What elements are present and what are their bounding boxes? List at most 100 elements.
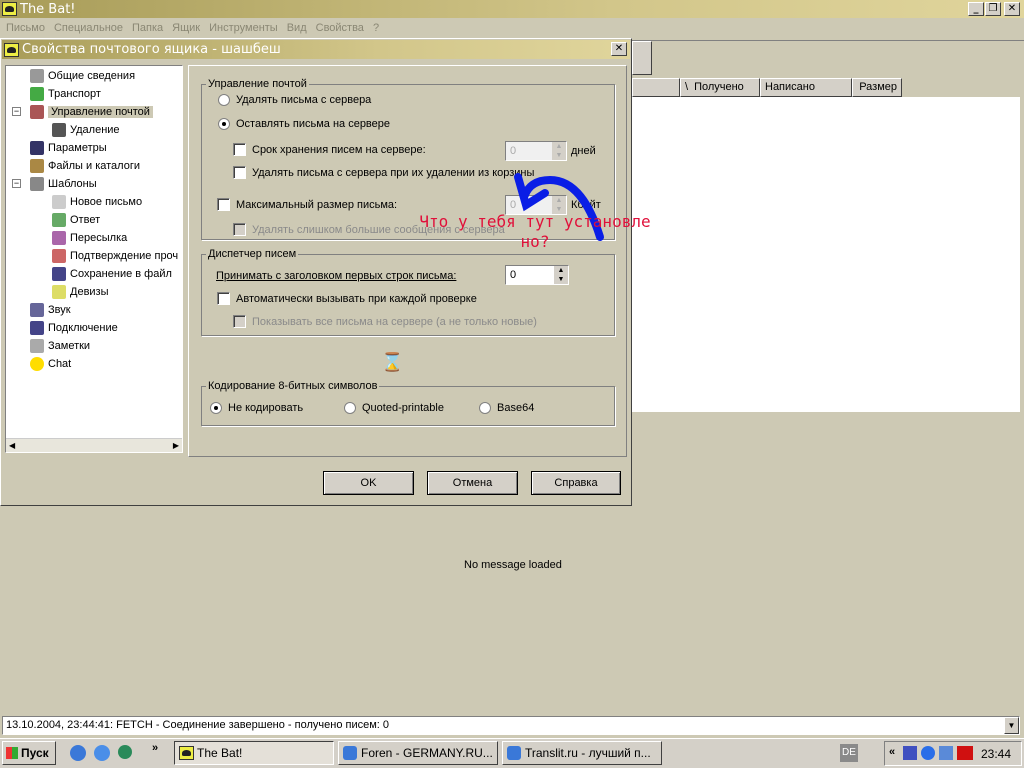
menu-item[interactable]: Письмо xyxy=(6,22,45,34)
minimize-button[interactable]: _ xyxy=(968,2,984,16)
quicklaunch-browser-icon[interactable] xyxy=(94,745,110,761)
cancel-button[interactable]: Отмена xyxy=(427,471,518,495)
tree-item-notes[interactable]: Заметки xyxy=(30,338,90,354)
status-dropdown-button[interactable]: ▼ xyxy=(1004,717,1019,734)
encoding-qp-radio[interactable]: Quoted-printable xyxy=(344,402,444,414)
column-blank xyxy=(632,78,680,97)
tree-item-trash[interactable]: Удаление xyxy=(52,122,120,138)
menu-item[interactable]: Папка xyxy=(132,22,163,34)
quicklaunch-ie-icon[interactable] xyxy=(70,745,86,761)
show-all-checkbox[interactable]: Показывать все письма на сервере (а не т… xyxy=(233,315,537,328)
tree-item-sound[interactable]: Звук xyxy=(30,302,71,318)
menu-item[interactable]: Инструменты xyxy=(209,22,278,34)
keep-days-input[interactable]: 0 ▲ ▼ xyxy=(505,141,567,161)
tree-item-label: Шаблоны xyxy=(48,178,97,190)
column-received[interactable]: \ Получено xyxy=(680,78,760,97)
quicklaunch-more-icon[interactable]: » xyxy=(152,742,158,754)
settings-tree[interactable]: Общие сведения Транспорт Управление почтой… xyxy=(5,65,183,453)
ok-button[interactable]: OK xyxy=(323,471,414,495)
encoding-none-radio[interactable]: Не кодировать xyxy=(210,402,303,414)
tree-item-tools[interactable]: Управление почтой xyxy=(30,104,153,120)
monitor-tray-icon[interactable] xyxy=(939,746,953,760)
the-bat-icon xyxy=(2,2,17,16)
tree-item-label: Транспорт xyxy=(48,88,101,100)
folders-icon xyxy=(30,159,44,174)
close-button[interactable]: ✕ xyxy=(1004,2,1020,16)
group-legend: Кодирование 8-битных символов xyxy=(208,380,378,392)
tree-item-label: Подтверждение проч xyxy=(70,250,179,262)
menu-item[interactable]: Специальное xyxy=(54,22,123,34)
tree-item-forward[interactable]: Пересылка xyxy=(52,230,127,246)
start-button[interactable]: Пуск xyxy=(2,741,56,765)
menu-item[interactable]: Вид xyxy=(287,22,307,34)
task-foren[interactable]: Foren - GERMANY.RU... xyxy=(338,741,498,765)
hourglass-icon: ⌛ xyxy=(381,352,404,372)
auto-call-checkbox[interactable]: Автоматически вызывать при каждой провер… xyxy=(217,292,477,305)
reply-icon xyxy=(52,213,66,228)
tree-item-template[interactable]: Шаблоны xyxy=(30,176,97,192)
leave-on-server-radio[interactable]: Оставлять письма на сервере xyxy=(218,118,390,130)
help-tray-icon[interactable] xyxy=(921,746,935,760)
windows-logo-icon xyxy=(6,747,18,759)
toolbar xyxy=(632,40,1024,76)
group-legend: Управление почтой xyxy=(208,78,307,90)
tree-item-document[interactable]: Новое письмо xyxy=(52,194,142,210)
the-bat-icon xyxy=(4,42,19,57)
tree-item-folders[interactable]: Файлы и каталоги xyxy=(30,158,140,174)
task-translit[interactable]: Translit.ru - лучший п... xyxy=(502,741,662,765)
tree-item-network[interactable]: Подключение xyxy=(30,320,118,336)
show-hidden-icons-button[interactable]: « xyxy=(889,746,895,758)
menu-item[interactable]: ? xyxy=(373,22,379,34)
notes-icon xyxy=(30,339,44,354)
trash-icon xyxy=(52,123,66,138)
ati-tray-icon[interactable] xyxy=(957,746,973,760)
tree-item-label: Заметки xyxy=(48,340,91,352)
menu-item[interactable]: Ящик xyxy=(172,22,200,34)
tree-item-label: Удаление xyxy=(70,124,120,136)
tree-item-reply[interactable]: Ответ xyxy=(52,212,100,228)
dialog-close-button[interactable]: ✕ xyxy=(611,42,627,56)
column-written[interactable]: Написано xyxy=(760,78,852,97)
delete-on-trash-checkbox[interactable]: Удалять письма с сервера при их удалении… xyxy=(233,166,534,179)
header-lines-input[interactable]: 0 ▲ ▼ xyxy=(505,265,569,285)
clock: 23:44 xyxy=(981,747,1012,761)
user-icon xyxy=(30,69,44,84)
tree-item-bulb[interactable]: Девизы xyxy=(52,284,109,300)
delete-from-server-radio[interactable]: Удалять письма с сервера xyxy=(218,94,371,106)
column-size[interactable]: Размер xyxy=(852,78,902,97)
main-title: The Bat! xyxy=(20,1,76,17)
trash-toolbar-button[interactable] xyxy=(632,41,652,75)
message-list[interactable] xyxy=(632,97,1020,412)
tree-item-label: Управление почтой xyxy=(48,106,153,118)
menu-item[interactable]: Свойства xyxy=(316,22,364,34)
encoding-base64-radio[interactable]: Base64 xyxy=(479,402,534,414)
keep-days-checkbox[interactable]: Срок хранения писем на сервере: xyxy=(233,143,426,156)
tree-item-label: Chat xyxy=(48,358,72,370)
quicklaunch-globe-icon[interactable] xyxy=(118,745,132,759)
tree-collapse-toggle[interactable]: − xyxy=(12,107,21,116)
annotation-text: Что у тебя тут установле но? xyxy=(419,212,651,251)
tree-item-smiley[interactable]: Chat xyxy=(30,356,71,372)
tree-horizontal-scrollbar[interactable]: ◀ ▶ xyxy=(6,438,182,452)
tree-item-options[interactable]: Параметры xyxy=(30,140,107,156)
max-size-checkbox[interactable]: Максимальный размер письма: xyxy=(217,198,397,211)
tree-item-user[interactable]: Общие сведения xyxy=(30,68,135,84)
tools-icon xyxy=(30,105,44,120)
help-button[interactable]: Справка xyxy=(531,471,621,495)
network-tray-icon[interactable] xyxy=(903,746,917,760)
tree-item-confirm[interactable]: Подтверждение проч xyxy=(52,248,178,264)
tree-item-save[interactable]: Сохранение в файл xyxy=(52,266,172,282)
restore-button[interactable]: ❐ xyxy=(985,2,1001,16)
system-tray: « 23:44 xyxy=(884,741,1022,766)
options-icon xyxy=(30,141,44,156)
status-log: 13.10.2004, 23:44:41: FETCH - Соединение… xyxy=(2,716,1020,735)
document-icon xyxy=(52,195,66,210)
menu-bar: Письмо Специальное Папка Ящик Инструменты Вид… xyxy=(6,20,388,36)
tree-collapse-toggle[interactable]: − xyxy=(12,179,21,188)
tree-item-label: Новое письмо xyxy=(70,196,143,208)
tree-item-label: Девизы xyxy=(70,286,109,298)
tree-item-transport[interactable]: Транспорт xyxy=(30,86,101,102)
task-the-bat[interactable]: The Bat! xyxy=(174,741,334,765)
language-indicator[interactable]: DE xyxy=(840,744,858,762)
tree-item-label: Сохранение в файл xyxy=(70,268,172,280)
